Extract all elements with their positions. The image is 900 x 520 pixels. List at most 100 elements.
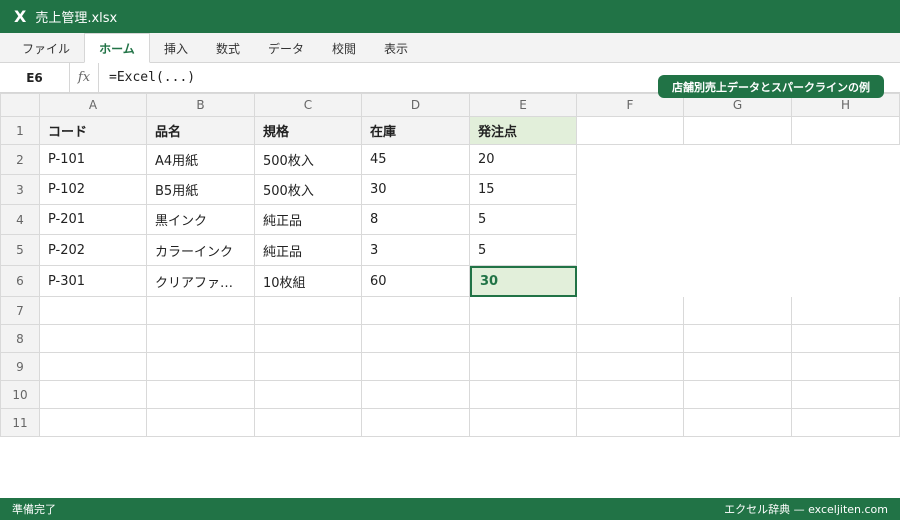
row-header-7[interactable]: 7 xyxy=(0,297,40,325)
cell-h6[interactable] xyxy=(792,266,900,297)
cell-f9[interactable] xyxy=(577,353,684,381)
cell-f3[interactable] xyxy=(577,175,684,205)
cell-c5[interactable]: 純正品 xyxy=(255,235,362,266)
cell-g9[interactable] xyxy=(684,353,792,381)
cell-a5[interactable]: P-202 xyxy=(40,235,147,266)
cell-e4[interactable]: 5 xyxy=(470,205,577,235)
cell-b11[interactable] xyxy=(147,409,255,437)
cell-a7[interactable] xyxy=(40,297,147,325)
cell-f11[interactable] xyxy=(577,409,684,437)
cell-e8[interactable] xyxy=(470,325,577,353)
cell-a11[interactable] xyxy=(40,409,147,437)
cell-h10[interactable] xyxy=(792,381,900,409)
cell-e9[interactable] xyxy=(470,353,577,381)
cell-b9[interactable] xyxy=(147,353,255,381)
cell-e11[interactable] xyxy=(470,409,577,437)
cell-h2[interactable] xyxy=(792,145,900,175)
cell-h8[interactable] xyxy=(792,325,900,353)
cell-b5[interactable]: カラーインク xyxy=(147,235,255,266)
cell-c3[interactable]: 500枚入 xyxy=(255,175,362,205)
cell-b1[interactable]: 品名 xyxy=(147,117,255,145)
cell-b6[interactable]: クリアファ… xyxy=(147,266,255,297)
cell-c7[interactable] xyxy=(255,297,362,325)
cell-d1[interactable]: 在庫 xyxy=(362,117,470,145)
cell-a9[interactable] xyxy=(40,353,147,381)
row-header-3[interactable]: 3 xyxy=(0,175,40,205)
cell-d2[interactable]: 45 xyxy=(362,145,470,175)
row-header-8[interactable]: 8 xyxy=(0,325,40,353)
row-header-6[interactable]: 6 xyxy=(0,266,40,297)
column-header-c[interactable]: C xyxy=(255,93,362,117)
row-header-4[interactable]: 4 xyxy=(0,205,40,235)
cell-d9[interactable] xyxy=(362,353,470,381)
cell-f5[interactable] xyxy=(577,235,684,266)
tab-review[interactable]: 校閲 xyxy=(318,33,370,63)
cell-g10[interactable] xyxy=(684,381,792,409)
cell-g5[interactable] xyxy=(684,235,792,266)
cell-c6[interactable]: 10枚組 xyxy=(255,266,362,297)
row-header-5[interactable]: 5 xyxy=(0,235,40,266)
cell-a8[interactable] xyxy=(40,325,147,353)
cell-a10[interactable] xyxy=(40,381,147,409)
cell-g1[interactable] xyxy=(684,117,792,145)
name-box[interactable]: E6 xyxy=(0,63,70,92)
cell-e6[interactable]: 30 xyxy=(470,266,577,297)
row-header-11[interactable]: 11 xyxy=(0,409,40,437)
cell-e5[interactable]: 5 xyxy=(470,235,577,266)
cell-b10[interactable] xyxy=(147,381,255,409)
cell-g7[interactable] xyxy=(684,297,792,325)
cell-g2[interactable] xyxy=(684,145,792,175)
cell-h4[interactable] xyxy=(792,205,900,235)
cell-d6[interactable]: 60 xyxy=(362,266,470,297)
cell-e2[interactable]: 20 xyxy=(470,145,577,175)
column-header-d[interactable]: D xyxy=(362,93,470,117)
cell-a2[interactable]: P-101 xyxy=(40,145,147,175)
row-header-2[interactable]: 2 xyxy=(0,145,40,175)
column-header-b[interactable]: B xyxy=(147,93,255,117)
cell-e1[interactable]: 発注点 xyxy=(470,117,577,145)
tab-view[interactable]: 表示 xyxy=(370,33,422,63)
cell-f8[interactable] xyxy=(577,325,684,353)
tab-formulas[interactable]: 数式 xyxy=(202,33,254,63)
cell-c9[interactable] xyxy=(255,353,362,381)
cell-f2[interactable] xyxy=(577,145,684,175)
cell-d4[interactable]: 8 xyxy=(362,205,470,235)
cell-b7[interactable] xyxy=(147,297,255,325)
tab-home[interactable]: ホーム xyxy=(84,33,150,63)
cell-f1[interactable] xyxy=(577,117,684,145)
cell-b3[interactable]: B5用紙 xyxy=(147,175,255,205)
cell-f7[interactable] xyxy=(577,297,684,325)
cell-b8[interactable] xyxy=(147,325,255,353)
cell-a6[interactable]: P-301 xyxy=(40,266,147,297)
cell-g3[interactable] xyxy=(684,175,792,205)
cell-h11[interactable] xyxy=(792,409,900,437)
cell-e7[interactable] xyxy=(470,297,577,325)
cell-a1[interactable]: コード xyxy=(40,117,147,145)
cell-d11[interactable] xyxy=(362,409,470,437)
cell-c11[interactable] xyxy=(255,409,362,437)
cell-d3[interactable]: 30 xyxy=(362,175,470,205)
formula-input[interactable]: =Excel(...) xyxy=(109,63,195,92)
cell-c2[interactable]: 500枚入 xyxy=(255,145,362,175)
cell-a3[interactable]: P-102 xyxy=(40,175,147,205)
cell-c4[interactable]: 純正品 xyxy=(255,205,362,235)
cell-h9[interactable] xyxy=(792,353,900,381)
cell-b2[interactable]: A4用紙 xyxy=(147,145,255,175)
cell-c10[interactable] xyxy=(255,381,362,409)
cell-d10[interactable] xyxy=(362,381,470,409)
cell-g8[interactable] xyxy=(684,325,792,353)
row-header-1[interactable]: 1 xyxy=(0,117,40,145)
cell-a4[interactable]: P-201 xyxy=(40,205,147,235)
cell-d7[interactable] xyxy=(362,297,470,325)
cell-f4[interactable] xyxy=(577,205,684,235)
cell-g6[interactable] xyxy=(684,266,792,297)
cell-g4[interactable] xyxy=(684,205,792,235)
column-header-e[interactable]: E xyxy=(470,93,577,117)
tab-insert[interactable]: 挿入 xyxy=(150,33,202,63)
cell-g11[interactable] xyxy=(684,409,792,437)
cell-h3[interactable] xyxy=(792,175,900,205)
cell-d8[interactable] xyxy=(362,325,470,353)
cell-c1[interactable]: 規格 xyxy=(255,117,362,145)
cell-d5[interactable]: 3 xyxy=(362,235,470,266)
cell-b4[interactable]: 黒インク xyxy=(147,205,255,235)
